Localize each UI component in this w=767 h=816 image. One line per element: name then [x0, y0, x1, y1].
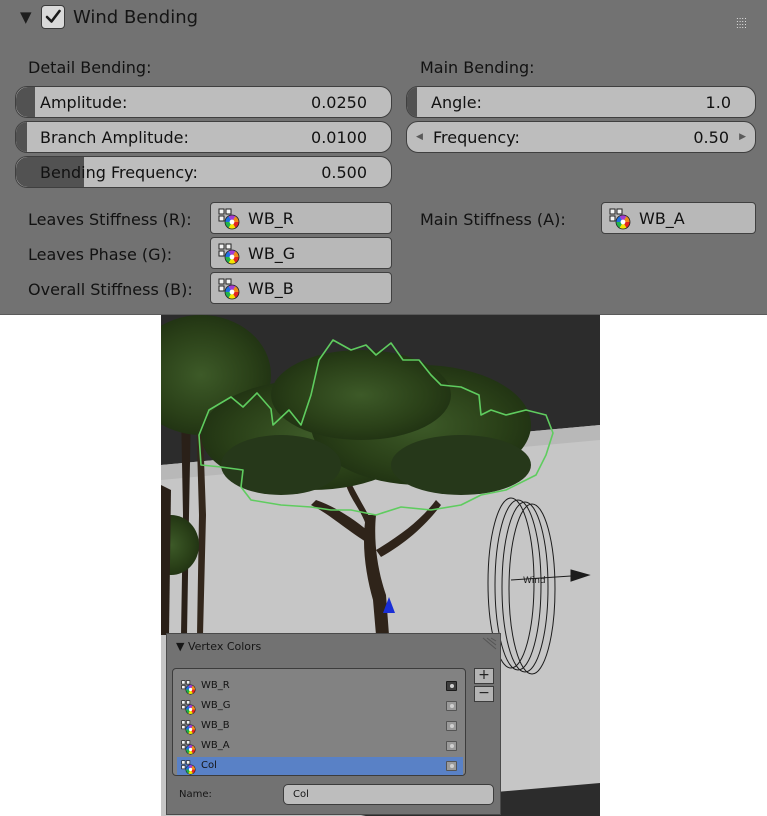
vertex-color-row[interactable]: WB_A — [177, 737, 463, 755]
vertex-color-name: Col — [201, 760, 217, 771]
branch-amplitude-label: Branch Amplitude: — [40, 128, 189, 147]
vertex-colors-list[interactable]: WB_R WB_G WB_B WB_A Col — [172, 668, 466, 776]
detail-bending-heading: Detail Bending: — [28, 58, 152, 77]
bending-frequency-slider[interactable]: Bending Frequency: 0.500 — [15, 156, 392, 188]
overall-stiffness-field[interactable]: WB_B — [210, 272, 392, 304]
active-render-camera-icon[interactable] — [446, 701, 457, 711]
remove-vertex-color-button[interactable]: − — [474, 686, 494, 702]
active-render-camera-icon[interactable] — [446, 741, 457, 751]
overall-stiffness-value: WB_B — [248, 279, 294, 298]
angle-label: Angle: — [431, 93, 482, 112]
collapse-arrow-icon[interactable]: ▼ — [20, 8, 32, 26]
vertex-color-icon — [609, 208, 631, 234]
frequency-label: Frequency: — [433, 128, 520, 147]
main-stiffness-field[interactable]: WB_A — [601, 202, 756, 234]
active-render-camera-icon[interactable] — [446, 681, 457, 691]
decrement-arrow-icon[interactable]: ◀ — [416, 132, 423, 142]
angle-slider[interactable]: Angle: 1.0 — [406, 86, 756, 118]
main-stiffness-value: WB_A — [639, 209, 685, 228]
bending-frequency-value: 0.500 — [321, 163, 367, 182]
leaves-stiffness-label: Leaves Stiffness (R): — [28, 210, 192, 229]
vertex-colors-panel: ▼ Vertex Colors WB_R WB_G WB_B WB_A Col + − … — [166, 633, 501, 815]
branch-amplitude-slider[interactable]: Branch Amplitude: 0.0100 — [15, 121, 392, 153]
vertex-color-name: WB_A — [201, 740, 230, 751]
frequency-value: 0.50 — [693, 128, 729, 147]
vertex-color-icon — [218, 278, 240, 304]
vertex-color-name: WB_B — [201, 720, 230, 731]
vertex-color-icon — [218, 243, 240, 269]
panel-title: Wind Bending — [73, 7, 199, 28]
panel-header[interactable]: ▼ Wind Bending :::::::: — [0, 0, 767, 36]
active-render-camera-icon[interactable] — [446, 721, 457, 731]
active-render-camera-icon[interactable] — [446, 761, 457, 771]
overall-stiffness-label: Overall Stiffness (B): — [28, 280, 193, 299]
main-stiffness-label: Main Stiffness (A): — [420, 210, 566, 229]
vertex-color-name: WB_R — [201, 680, 230, 691]
leaves-stiffness-value: WB_R — [248, 209, 294, 228]
branch-amplitude-fill — [16, 122, 28, 152]
checkmark-icon — [45, 9, 61, 23]
frequency-field[interactable]: ◀ Frequency: 0.50 ▶ — [406, 121, 756, 153]
angle-fill — [407, 87, 418, 117]
drag-grip-icon[interactable]: :::::::: — [736, 16, 747, 30]
vertex-color-name: WB_G — [201, 700, 231, 711]
vertex-color-row[interactable]: WB_R — [177, 677, 463, 695]
leaves-phase-label: Leaves Phase (G): — [28, 245, 173, 264]
bending-frequency-label: Bending Frequency: — [40, 163, 198, 182]
vertex-color-icon — [218, 208, 240, 234]
leaves-phase-field[interactable]: WB_G — [210, 237, 392, 269]
vertex-color-icon — [181, 760, 196, 779]
panel-grip-icon[interactable] — [481, 637, 497, 651]
vertex-colors-title: Vertex Colors — [187, 640, 262, 653]
wind-bending-checkbox[interactable] — [41, 5, 65, 29]
name-value: Col — [293, 789, 309, 800]
vertex-colors-header[interactable]: ▼ Vertex Colors — [176, 640, 261, 653]
wind-bending-panel: ▼ Wind Bending :::::::: Detail Bending: … — [0, 0, 767, 315]
amplitude-value: 0.0250 — [311, 93, 367, 112]
amplitude-fill — [16, 87, 35, 117]
add-vertex-color-button[interactable]: + — [474, 668, 494, 684]
vertex-color-row[interactable]: WB_B — [177, 717, 463, 735]
leaves-phase-value: WB_G — [248, 244, 296, 263]
vertex-color-row[interactable]: WB_G — [177, 697, 463, 715]
amplitude-slider[interactable]: Amplitude: 0.0250 — [15, 86, 392, 118]
wind-label: Wind — [523, 576, 546, 586]
branch-amplitude-value: 0.0100 — [311, 128, 367, 147]
name-field[interactable]: Col — [283, 784, 494, 805]
leaves-stiffness-field[interactable]: WB_R — [210, 202, 392, 234]
vertex-color-row[interactable]: Col — [177, 757, 463, 775]
main-bending-heading: Main Bending: — [420, 58, 535, 77]
increment-arrow-icon[interactable]: ▶ — [739, 132, 746, 142]
amplitude-label: Amplitude: — [40, 93, 128, 112]
angle-value: 1.0 — [705, 93, 731, 112]
name-label: Name: — [179, 789, 212, 800]
